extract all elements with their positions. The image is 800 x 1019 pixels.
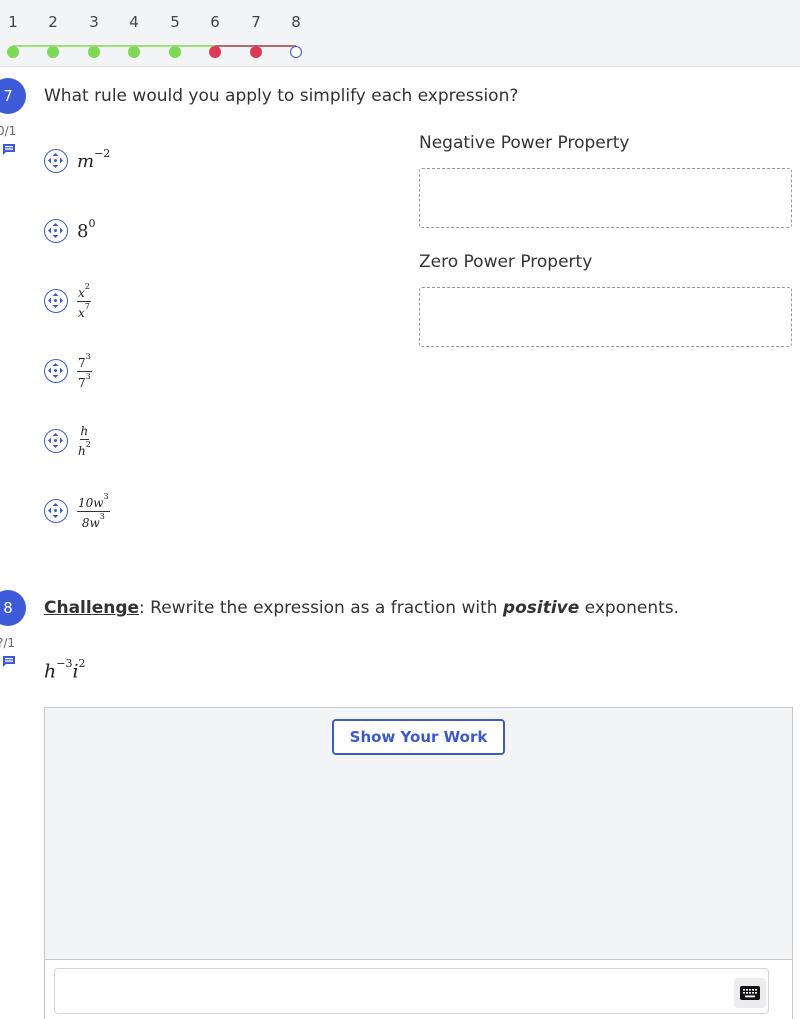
step-number: 1 [8, 13, 18, 31]
exponent: 3 [85, 351, 91, 361]
progress-step-4[interactable]: 4 [119, 12, 149, 58]
draggable-expression[interactable]: 80 [44, 217, 95, 245]
progress-step-8[interactable]: 8 [281, 12, 311, 58]
progress-connector [13, 45, 215, 47]
progress-step-1[interactable]: 1 [0, 12, 28, 58]
expression-7cubed-over-7cubed: 73 73 [77, 351, 92, 390]
question-prompt: Challenge: Rewrite the expression as a f… [44, 598, 679, 618]
step-correct-dot [88, 46, 100, 58]
denominator: h2 [77, 440, 92, 458]
step-number: 8 [291, 13, 301, 31]
exponent: 7 [84, 301, 90, 311]
comment-icon[interactable] [2, 655, 16, 667]
step-number: 6 [210, 13, 220, 31]
challenge-label: Challenge [44, 598, 140, 618]
negative-power-drop-zone[interactable] [419, 168, 792, 228]
expression-8-pow0: 80 [77, 217, 96, 242]
draggable-expression[interactable]: h h2 [44, 423, 92, 458]
exponent: 0 [88, 217, 96, 230]
progress-step-3[interactable]: 3 [79, 12, 109, 58]
prompt-text: : Rewrite the expression as a fraction w… [139, 598, 503, 618]
progress-step-2[interactable]: 2 [38, 12, 68, 58]
drag-move-icon[interactable] [44, 219, 68, 243]
base: 8w [81, 515, 100, 530]
step-incorrect-dot [209, 46, 221, 58]
expression-m-neg2: m−2 [77, 147, 111, 172]
step-current-dot [290, 46, 302, 58]
question-progress-bar: 1 2 3 4 5 6 7 8 [0, 0, 800, 67]
drop-target-label: Zero Power Property [419, 252, 593, 272]
step-number: 5 [170, 13, 180, 31]
step-number: 2 [48, 13, 58, 31]
base: h [44, 660, 57, 683]
exponent: 3 [103, 491, 109, 501]
base: m [77, 151, 95, 172]
drag-move-icon[interactable] [44, 499, 68, 523]
question-prompt: What rule would you apply to simplify ea… [44, 86, 519, 106]
work-area: Show Your Work [44, 707, 793, 1019]
base: 10w [78, 495, 104, 510]
step-number: 3 [89, 13, 99, 31]
drop-target-label: Negative Power Property [419, 133, 630, 153]
exponent: 2 [78, 657, 86, 670]
answer-input[interactable] [54, 968, 769, 1014]
exponent: 2 [85, 439, 91, 449]
step-correct-dot [169, 46, 181, 58]
question-score: 0/1 [0, 124, 17, 138]
emphasis-positive: positive [502, 598, 580, 618]
zero-power-drop-zone[interactable] [419, 287, 792, 347]
answer-row [45, 959, 792, 1019]
base: 8 [77, 221, 89, 242]
base: h [80, 423, 89, 438]
show-your-work-button[interactable]: Show Your Work [332, 719, 505, 755]
exponent: 3 [85, 371, 91, 381]
expression-x2-over-x7: x2 x7 [77, 281, 91, 320]
drag-move-icon[interactable] [44, 429, 68, 453]
progress-step-7[interactable]: 7 [241, 12, 271, 58]
draggable-expression[interactable]: x2 x7 [44, 282, 91, 319]
prompt-text: exponents. [579, 598, 680, 618]
step-incorrect-dot [250, 46, 262, 58]
denominator: 73 [77, 372, 92, 390]
drag-move-icon[interactable] [44, 289, 68, 313]
progress-step-6[interactable]: 6 [200, 12, 230, 58]
base: x [78, 305, 85, 320]
challenge-expression: h−3i2 [44, 657, 86, 683]
question-number-badge[interactable]: 7 [0, 78, 26, 114]
step-number: 4 [129, 13, 139, 31]
comment-icon[interactable] [2, 143, 16, 155]
math-keyboard-button[interactable] [734, 978, 766, 1008]
base: 7 [78, 375, 86, 390]
step-correct-dot [47, 46, 59, 58]
exponent: 3 [99, 511, 105, 521]
question-number-badge[interactable]: 8 [0, 590, 26, 626]
numerator: 73 [77, 351, 92, 372]
expression-h-over-h2: h h2 [77, 423, 92, 458]
numerator: 10w3 [77, 491, 110, 512]
progress-step-5[interactable]: 5 [160, 12, 190, 58]
keyboard-icon [740, 986, 760, 1000]
numerator: h [79, 423, 90, 440]
denominator: 8w3 [81, 512, 106, 530]
step-correct-dot [7, 46, 19, 58]
draggable-expression[interactable]: 10w3 8w3 [44, 492, 110, 529]
step-correct-dot [128, 46, 140, 58]
draggable-expression[interactable]: m−2 [44, 147, 110, 175]
denominator: x7 [77, 302, 91, 320]
draggable-expression[interactable]: 73 73 [44, 352, 92, 389]
drag-move-icon[interactable] [44, 149, 68, 173]
base: x [78, 285, 85, 300]
step-number: 7 [251, 13, 261, 31]
expression-10w3-over-8w3: 10w3 8w3 [77, 491, 110, 530]
exponent: 2 [84, 281, 90, 291]
drag-move-icon[interactable] [44, 359, 68, 383]
exponent: −2 [94, 147, 111, 160]
exponent: −3 [56, 657, 73, 670]
base: h [78, 443, 86, 458]
base: i [72, 660, 79, 683]
numerator: x2 [77, 281, 91, 302]
base: 7 [78, 355, 86, 370]
question-score: ?/1 [0, 636, 16, 650]
